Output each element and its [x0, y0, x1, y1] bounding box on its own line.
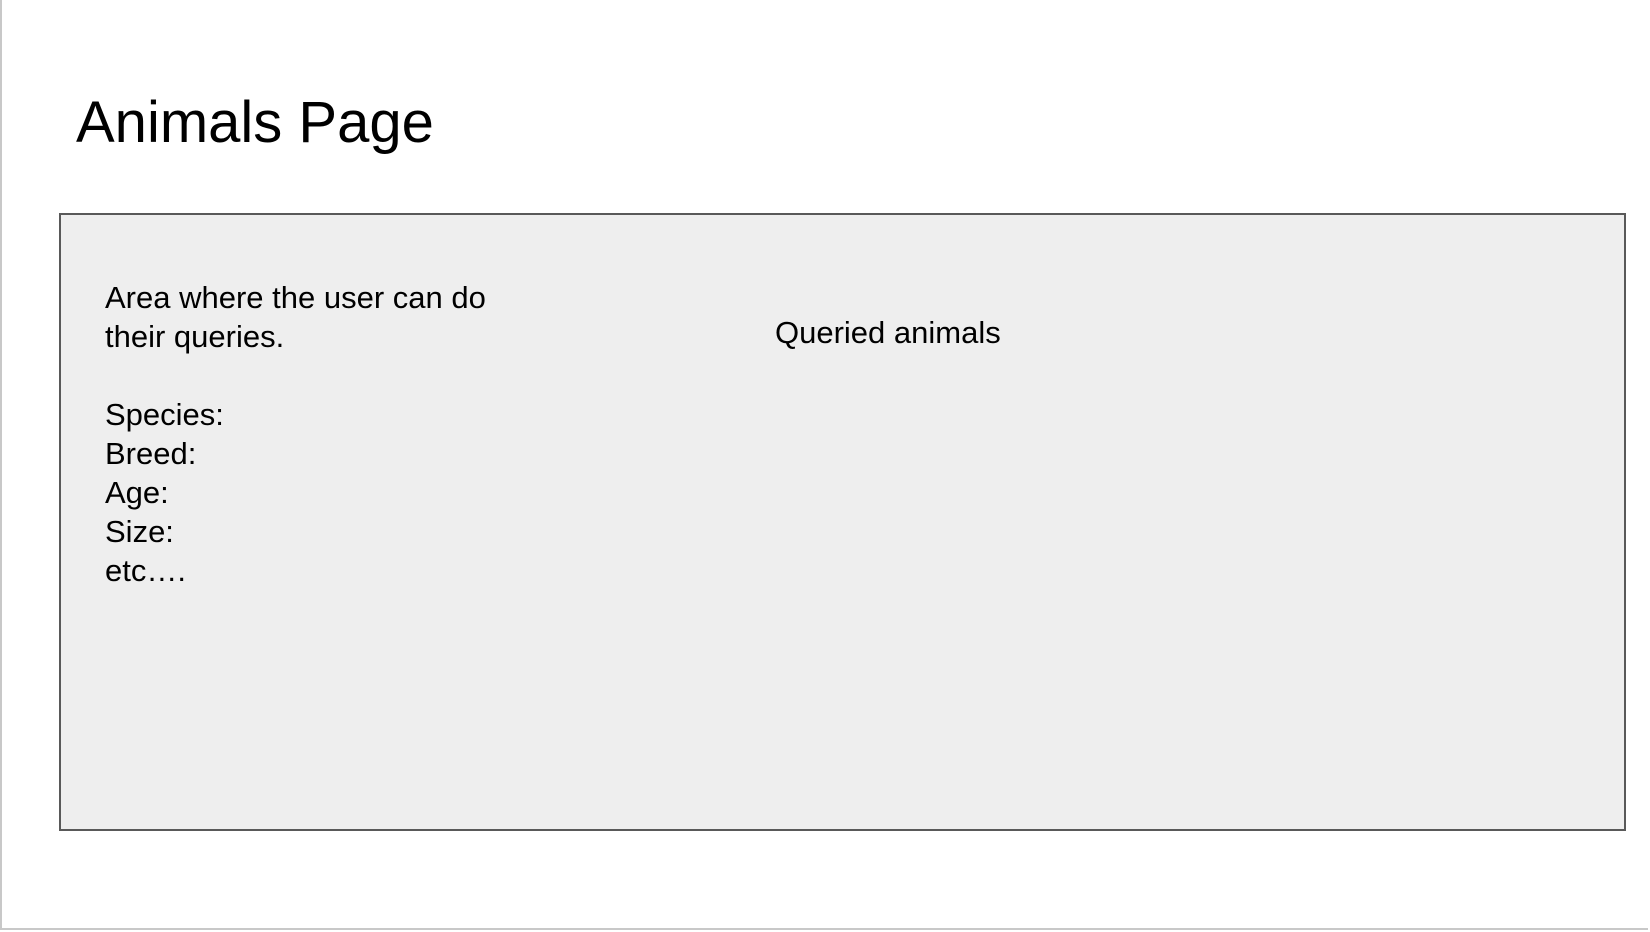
field-label-etc: etc…. — [105, 553, 186, 588]
content-panel: Area where the user can do their queries… — [59, 213, 1626, 831]
slide: Animals Page Area where the user can do … — [0, 0, 1648, 930]
field-label-age: Age: — [105, 475, 169, 510]
query-area-description: Area where the user can do their queries… — [105, 280, 486, 354]
field-label-species: Species: — [105, 397, 224, 432]
field-label-size: Size: — [105, 514, 174, 549]
page-title: Animals Page — [76, 90, 434, 155]
field-label-breed: Breed: — [105, 436, 197, 471]
query-area: Area where the user can do their queries… — [105, 278, 545, 590]
queried-animals-label: Queried animals — [775, 315, 1001, 350]
